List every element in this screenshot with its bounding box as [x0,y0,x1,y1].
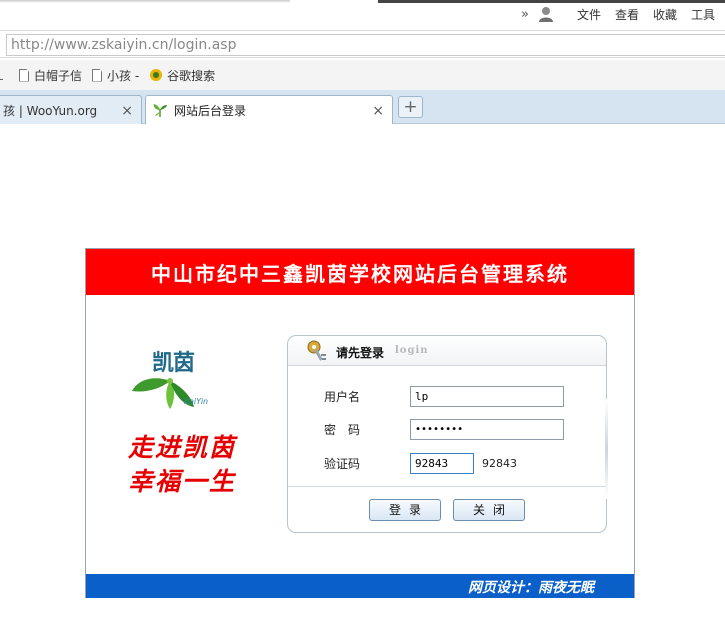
tab-wooyun[interactable]: 孩 | WooYun.org × [0,95,142,124]
tab-admin-login[interactable]: 网站后台登录 × [145,95,393,124]
menu-file[interactable]: 文件 [577,6,601,23]
school-slogan: 走进凯茵 幸福一生 [128,431,258,499]
separator-icon [0,78,3,80]
close-icon[interactable]: × [372,103,384,119]
captcha-code: 92843 [482,456,517,470]
menu-overflow-chevron[interactable]: » [521,7,529,22]
address-bar: http://www.zskaiyin.cn/login.asp [0,30,725,58]
url-input[interactable]: http://www.zskaiyin.cn/login.asp [6,34,725,56]
favorite-item-google-search[interactable]: 谷歌搜索 [149,67,215,84]
favorites-overflow[interactable] [0,71,9,80]
page-icon [19,68,29,82]
menu-favorites[interactable]: 收藏 [653,6,677,23]
page-icon [92,68,103,82]
favorite-label: 白帽子信 [34,68,83,83]
favorite-label: 谷歌搜索 [167,68,216,83]
favorites-bar: 白帽子信 小孩 - 谷歌搜索 [0,60,725,90]
tab-strip: 孩 | WooYun.org × 网站后台登录 × + [0,90,725,124]
slogan-line: 走进凯茵 [128,433,237,462]
school-logo: 凯茵 KaiYin [130,345,220,415]
favorite-item-baimaozi[interactable]: 白帽子信 [19,67,82,84]
captcha-label: 验证码 [324,456,361,471]
favorite-label: 小孩 - [107,68,140,83]
password-row: 密 码 •••••••• [324,418,564,440]
username-row: 用户名 lp [324,385,564,407]
new-tab-button[interactable]: + [398,96,423,118]
menu-tools[interactable]: 工具 [691,6,715,23]
password-input[interactable]: •••••••• [410,418,564,440]
captcha-input[interactable]: 92843 [410,452,474,474]
browser-menu-bar: » 文件 查看 收藏 工具 [0,0,725,29]
form-shadow [605,399,608,499]
window-edge-dark [378,0,725,3]
browser-menu: » 文件 查看 收藏 工具 [521,4,715,24]
username-label: 用户名 [324,389,361,404]
password-label: 密 码 [324,422,361,437]
login-title: 请先登录 [336,346,385,360]
logo-english: KaiYin [184,397,209,406]
design-credit: 网页设计：雨夜无眠 [468,580,594,596]
favorite-item-xiaohai[interactable]: 小孩 - [92,67,139,84]
login-button[interactable]: 登录 [369,499,441,521]
system-title: 中山市纪中三鑫凯茵学校网站后台管理系统 [151,261,569,286]
form-divider [288,486,606,487]
close-icon[interactable]: × [121,103,133,119]
user-avatar-icon[interactable] [537,5,555,23]
slogan-line: 幸福一生 [128,467,237,496]
header-banner: 中山市纪中三鑫凯茵学校网站后台管理系统 [86,249,634,295]
tab-title: 网站后台登录 [174,103,247,118]
login-form: 请先登录 login 用户名 lp 密 码 •••••••• 验证码 92843… [287,335,607,533]
google-search-icon [150,69,163,81]
captcha-row: 验证码 92843 92843 [324,452,517,474]
key-icon [307,340,326,361]
login-form-header: 请先登录 login [288,336,606,366]
login-panel: 中山市纪中三鑫凯茵学校网站后台管理系统 凯茵 KaiYin 走进凯茵 幸福一生 … [85,248,635,598]
close-button[interactable]: 关闭 [453,499,525,521]
site-favicon-leaf-icon [153,104,167,117]
login-title-english: login [395,345,429,356]
username-input[interactable]: lp [410,385,564,407]
window-edge-shadow [0,0,290,3]
tab-title: 孩 | WooYun.org [3,103,98,118]
menu-view[interactable]: 查看 [615,6,639,23]
footer-banner: 网页设计：雨夜无眠 [86,574,634,598]
